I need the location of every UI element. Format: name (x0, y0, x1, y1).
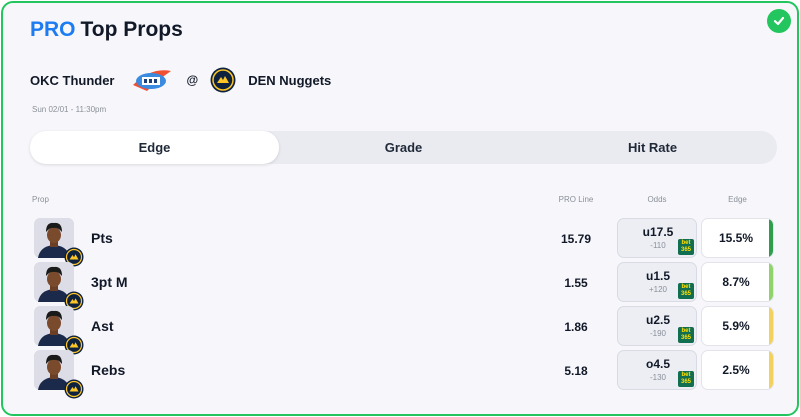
bet365-logo: bet 365 (678, 327, 694, 343)
table-row[interactable]: Ast 1.86 u2.5 -190 bet 365 5.9% (3, 306, 797, 355)
player-avatar (34, 218, 84, 267)
pro-line-value: 1.55 (564, 276, 588, 290)
matchup: OKC Thunder @ DEN Nuggets (30, 65, 331, 95)
pro-label: PRO (30, 18, 76, 41)
edge-indicator-bar (769, 351, 773, 389)
column-header-prop: Prop (32, 195, 49, 204)
at-separator: @ (186, 73, 199, 87)
okc-thunder-logo (132, 70, 171, 91)
game-datetime: Sun 02/01 - 11:30pm (32, 105, 107, 114)
tab-edge[interactable]: Edge (30, 131, 279, 164)
prop-name: Rebs (91, 362, 126, 378)
sort-tabs: Edge Grade Hit Rate (30, 131, 777, 164)
bet365-logo: bet 365 (678, 371, 694, 387)
tab-hit-rate[interactable]: Hit Rate (528, 131, 777, 164)
bet365-logo: bet 365 (678, 283, 694, 299)
prop-name: 3pt M (91, 274, 128, 290)
pro-line-value: 1.86 (564, 320, 588, 334)
table-row[interactable]: Rebs 5.18 o4.5 -130 bet 365 2.5% (3, 350, 797, 399)
odds-line: u1.5 (645, 269, 670, 283)
player-avatar (34, 262, 84, 311)
column-header-edge: Edge (728, 195, 747, 204)
pro-line-value: 5.18 (564, 364, 588, 378)
column-header-odds: Odds (647, 195, 667, 204)
edge-indicator-bar (769, 219, 773, 257)
odds-button[interactable]: u2.5 -190 bet 365 (617, 306, 697, 346)
edge-value: 5.9% (722, 319, 750, 333)
odds-button[interactable]: o4.5 -130 bet 365 (617, 350, 697, 390)
table-row[interactable]: Pts 15.79 u17.5 -110 bet 365 15.5% (3, 218, 797, 267)
edge-value: 15.5% (718, 231, 754, 245)
edge-value: 2.5% (722, 363, 750, 377)
edge-cell: 8.7% (701, 262, 774, 302)
bet365-logo: bet 365 (678, 239, 694, 255)
top-props-card: PRO Top Props OKC Thunder @ DEN Nuggets S… (1, 1, 799, 416)
edge-cell: 5.9% (701, 306, 774, 346)
odds-line: u17.5 (642, 225, 674, 239)
edge-cell: 15.5% (701, 218, 774, 258)
odds-button[interactable]: u17.5 -110 bet 365 (617, 218, 697, 258)
odds-line: u2.5 (645, 313, 670, 327)
check-circle-icon (767, 9, 791, 33)
edge-cell: 2.5% (701, 350, 774, 390)
tab-grade[interactable]: Grade (279, 131, 528, 164)
edge-indicator-bar (769, 263, 773, 301)
home-team-name: OKC Thunder (30, 72, 115, 88)
page-title: PRO Top Props (30, 18, 183, 42)
table-row[interactable]: 3pt M 1.55 u1.5 +120 bet 365 8.7% (3, 262, 797, 311)
away-team-name: DEN Nuggets (248, 72, 332, 88)
den-nuggets-logo (210, 67, 236, 93)
edge-value: 8.7% (722, 275, 750, 289)
odds-button[interactable]: u1.5 +120 bet 365 (617, 262, 697, 302)
player-avatar (34, 306, 84, 355)
column-header-pro-line: PRO Line (558, 195, 594, 204)
prop-name: Ast (91, 318, 114, 334)
prop-name: Pts (91, 230, 113, 246)
edge-indicator-bar (769, 307, 773, 345)
player-avatar (34, 350, 84, 399)
den-team-badge-icon (64, 379, 84, 399)
title-text: Top Props (80, 18, 183, 41)
pro-line-value: 15.79 (560, 232, 592, 246)
odds-line: o4.5 (645, 357, 670, 371)
